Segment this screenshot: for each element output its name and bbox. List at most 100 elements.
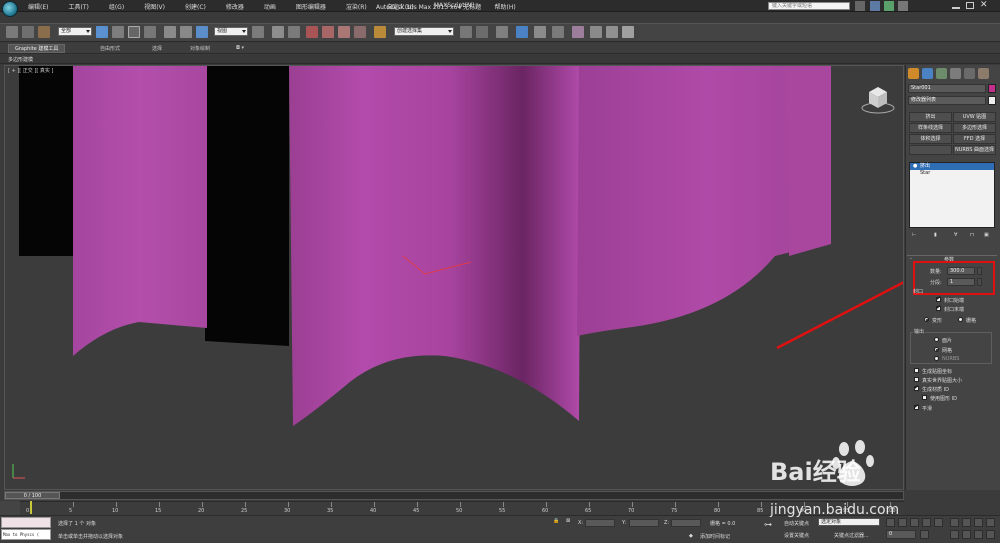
zoom-all-icon[interactable] <box>962 518 971 527</box>
select-link-icon[interactable] <box>6 26 18 38</box>
menu-item-4[interactable]: 创建(C) <box>185 2 206 11</box>
bind-space-warp-icon[interactable] <box>38 26 50 38</box>
object-name-field[interactable]: Star001 <box>908 84 986 93</box>
tab-freeform[interactable]: 自由形式 <box>100 45 120 52</box>
mini-curve-toggle-icon[interactable] <box>0 501 20 515</box>
render-teapot-icon[interactable] <box>622 26 634 38</box>
menu-item-6[interactable]: 动画 <box>264 2 276 11</box>
use-shape-ids-checkbox[interactable] <box>922 395 927 400</box>
tab-selection[interactable]: 选择 <box>152 45 162 52</box>
maxscript-listener-input[interactable]: Max to Physcs ( <box>1 529 51 540</box>
goto-start-icon[interactable] <box>886 518 895 527</box>
goto-end-icon[interactable] <box>934 518 943 527</box>
rotate-icon[interactable] <box>180 26 192 38</box>
output-nurbs-radio[interactable] <box>934 356 939 361</box>
auto-key-button[interactable]: 自动关键点 <box>784 520 809 527</box>
snap-toggle-icon[interactable] <box>306 26 318 38</box>
x-coord-field[interactable] <box>585 519 615 527</box>
grid-radio[interactable] <box>958 317 963 322</box>
ribbon-options-icon[interactable]: ◘ ▾ <box>236 45 244 51</box>
modify-tab-icon[interactable] <box>922 68 933 79</box>
menu-item-3[interactable]: 视图(V) <box>144 2 165 11</box>
current-frame-field[interactable]: 0 <box>886 530 916 539</box>
unlink-icon[interactable] <box>22 26 34 38</box>
percent-snap-icon[interactable] <box>338 26 350 38</box>
minimize-icon[interactable] <box>952 2 960 9</box>
modifier-button-poly-select[interactable]: 多边形选择 <box>953 123 996 133</box>
scale-icon[interactable] <box>196 26 208 38</box>
output-mesh-radio[interactable] <box>934 347 939 352</box>
rendered-frame-icon[interactable] <box>606 26 618 38</box>
select-manipulate-icon[interactable] <box>272 26 284 38</box>
menu-item-1[interactable]: 工具(T) <box>68 2 88 11</box>
smooth-checkbox[interactable] <box>914 403 919 410</box>
play-icon[interactable] <box>910 518 919 527</box>
time-config-icon[interactable] <box>920 530 929 539</box>
zoom-icon[interactable] <box>950 518 959 527</box>
maxscript-listener-top[interactable] <box>1 517 51 528</box>
show-end-result-icon[interactable]: ▮ <box>934 232 937 238</box>
menu-item-0[interactable]: 编辑(E) <box>28 2 48 11</box>
schematic-view-icon[interactable] <box>552 26 564 38</box>
configure-sets-icon[interactable]: ▣ <box>984 232 989 238</box>
viewport-label[interactable]: [ + ][ 正交 ][ 真实 ] <box>8 67 53 74</box>
modifier-button-uvw[interactable]: UVW 贴图 <box>953 112 996 122</box>
keyboard-shortcut-icon[interactable] <box>288 26 300 38</box>
make-unique-icon[interactable]: ∀ <box>954 232 957 238</box>
morph-radio[interactable] <box>924 317 929 322</box>
angle-snap-icon[interactable] <box>322 26 334 38</box>
mirror-icon[interactable] <box>460 26 472 38</box>
pan-icon[interactable] <box>962 530 971 539</box>
maximize-icon[interactable] <box>966 2 974 9</box>
set-key-button[interactable]: 设置关键点 <box>784 532 809 539</box>
stack-item-star[interactable]: Star <box>910 170 994 177</box>
lock-selection-icon[interactable]: 🔒 <box>553 518 559 524</box>
view-cube[interactable] <box>860 84 896 118</box>
stack-item-extrude[interactable]: ● 挤出 <box>910 163 994 170</box>
spinner-snap-icon[interactable] <box>354 26 366 38</box>
time-slider-thumb[interactable]: 0 / 100 <box>5 492 60 499</box>
layer-manager-icon[interactable] <box>496 26 508 38</box>
named-selection-dropdown[interactable]: 创建选择集 <box>394 27 454 36</box>
cap-end-checkbox[interactable] <box>936 304 941 311</box>
window-crossing-icon[interactable] <box>144 26 156 38</box>
time-tag-icon[interactable]: ◆ <box>689 533 693 539</box>
menu-item-11[interactable]: 帮助(H) <box>495 2 516 11</box>
y-coord-field[interactable] <box>629 519 659 527</box>
select-object-icon[interactable] <box>96 26 108 38</box>
add-time-tag-button[interactable]: 添加时间标记 <box>700 533 730 540</box>
rollout-collapse-icon[interactable]: - <box>910 256 912 262</box>
zoom-extents-all-icon[interactable] <box>986 518 995 527</box>
search-input[interactable]: 键入关键字或短语 <box>768 2 850 10</box>
object-color-swatch[interactable] <box>988 84 996 93</box>
ref-coord-dropdown[interactable]: 视图 <box>214 27 248 36</box>
curve-editor-icon[interactable] <box>534 26 546 38</box>
menu-item-2[interactable]: 组(G) <box>109 2 124 11</box>
modifier-button-extrude[interactable]: 挤出 <box>909 112 952 122</box>
pin-stack-icon[interactable]: ⊢ <box>912 232 916 238</box>
modifier-stack[interactable]: ● 挤出 Star <box>909 162 995 228</box>
orbit-icon[interactable] <box>974 530 983 539</box>
create-tab-icon[interactable] <box>908 68 919 79</box>
community-icon[interactable] <box>870 1 880 11</box>
edit-named-sel-icon[interactable] <box>374 26 386 38</box>
align-icon[interactable] <box>476 26 488 38</box>
z-coord-field[interactable] <box>671 519 701 527</box>
remove-modifier-icon[interactable]: ⊓ <box>970 232 974 238</box>
field-of-view-icon[interactable] <box>950 530 959 539</box>
maximize-viewport-icon[interactable] <box>986 530 995 539</box>
front-viewport[interactable] <box>4 65 904 490</box>
modifier-button-ffd-select[interactable]: FFD 选择 <box>953 134 996 144</box>
motion-tab-icon[interactable] <box>950 68 961 79</box>
modifier-list-arrow-icon[interactable] <box>988 96 996 105</box>
next-frame-icon[interactable] <box>922 518 931 527</box>
menu-item-5[interactable]: 修改器 <box>226 2 244 11</box>
help-icon[interactable] <box>898 1 908 11</box>
key-filters-button[interactable]: 关键点过滤器... <box>834 532 869 539</box>
search-icon[interactable] <box>855 1 865 11</box>
render-setup-icon[interactable] <box>590 26 602 38</box>
key-filter-dropdown[interactable]: 选定对象 <box>818 518 880 526</box>
utilities-tab-icon[interactable] <box>978 68 989 79</box>
gen-mat-ids-checkbox[interactable] <box>914 384 919 391</box>
modifier-button-vol-select[interactable]: 体积选择 <box>909 134 952 144</box>
